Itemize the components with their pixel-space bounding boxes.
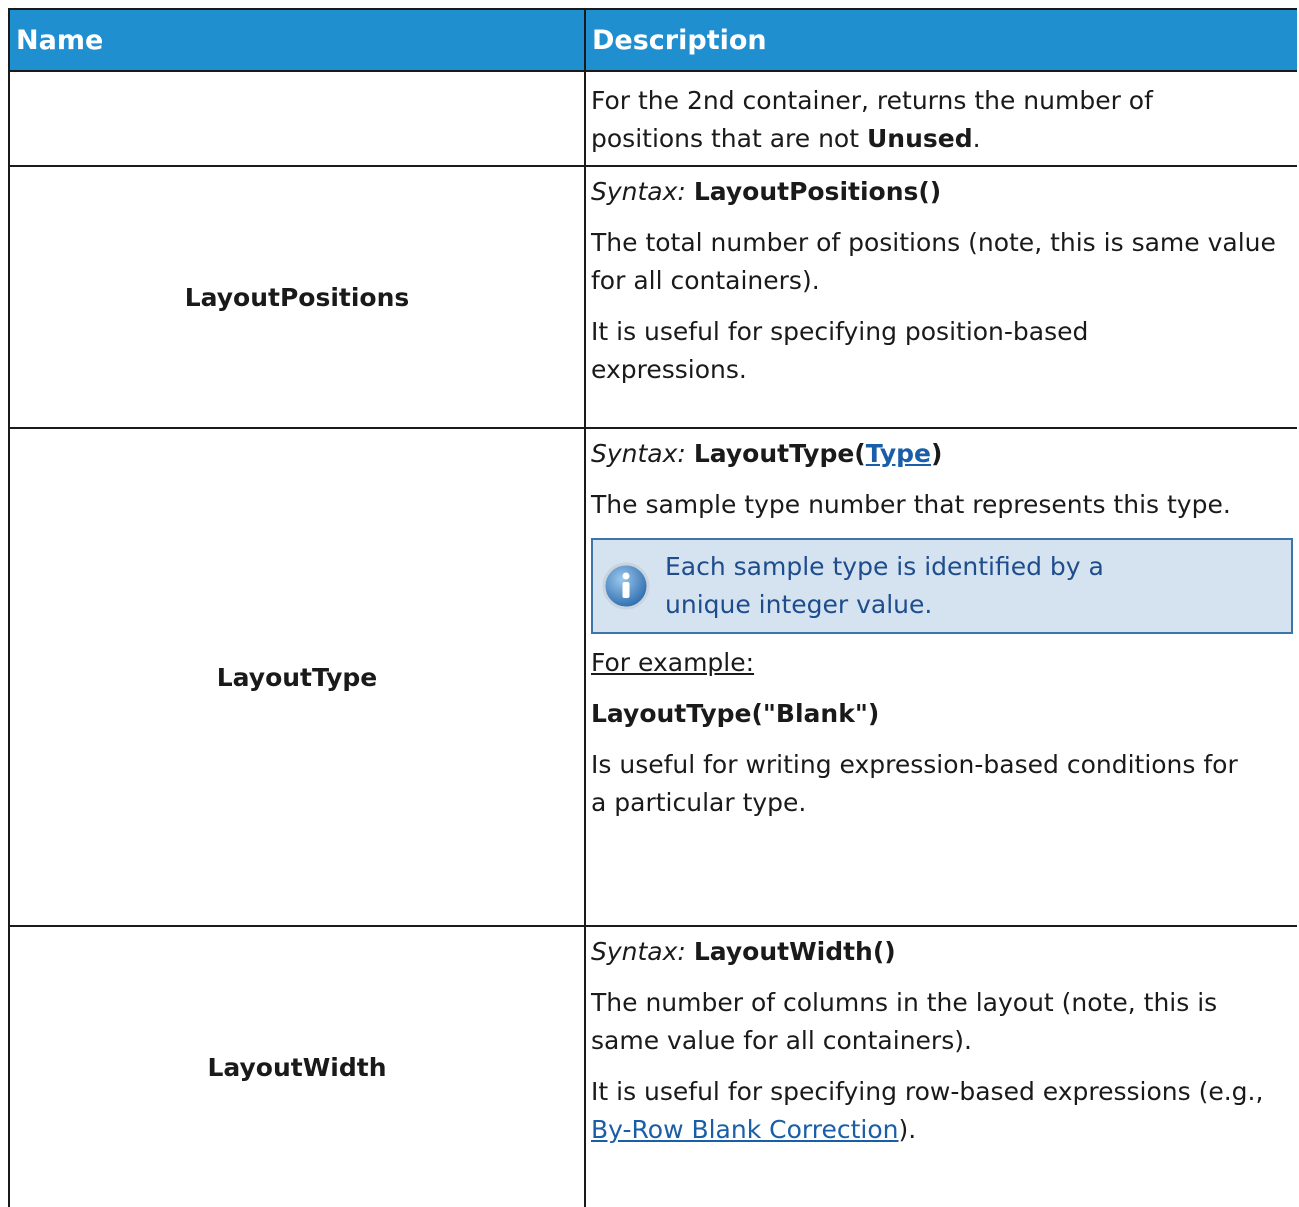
syntax-code: LayoutPositions()	[693, 177, 942, 206]
row-description: Syntax: LayoutWidth() The number of colu…	[586, 927, 1297, 1207]
syntax-line: Syntax: LayoutType(Type)	[591, 439, 943, 468]
type-link[interactable]: Type	[866, 439, 931, 468]
desc-text: It is useful for specifying row-based ex…	[591, 1077, 1264, 1144]
table-row: LayoutPositions Syntax: LayoutPositions(…	[10, 165, 1297, 427]
function-name: LayoutPositions	[10, 167, 586, 427]
unused-keyword: Unused	[866, 124, 973, 153]
table-row: LayoutWidth Syntax: LayoutWidth() The nu…	[10, 925, 1297, 1207]
table-row: For the 2nd container, returns the numbe…	[10, 70, 1297, 165]
info-note: Each sample type is identified by a uniq…	[591, 538, 1293, 634]
row-name-empty	[10, 72, 586, 165]
info-icon	[602, 562, 650, 610]
desc-text: For the 2nd container, returns the numbe…	[591, 86, 1153, 153]
desc-text: The total number of positions (note, thi…	[591, 228, 1276, 295]
header-name: Name	[10, 10, 586, 70]
row-description: Syntax: LayoutType(Type) The sample type…	[586, 429, 1297, 925]
table-header: Name Description	[10, 10, 1297, 70]
example-label: For example:	[591, 648, 755, 677]
by-row-blank-correction-link[interactable]: By-Row Blank Correction	[591, 1115, 898, 1144]
desc-text: Is useful for writing expression-based c…	[591, 750, 1238, 817]
desc-text: The number of columns in the layout (not…	[591, 988, 1218, 1055]
function-name: LayoutType	[10, 429, 586, 925]
desc-text: The sample type number that represents t…	[591, 490, 1231, 519]
function-name: LayoutWidth	[10, 927, 586, 1207]
syntax-line: Syntax: LayoutPositions()	[591, 177, 942, 206]
table-row: LayoutType Syntax: LayoutType(Type) The …	[10, 427, 1297, 925]
syntax-code: LayoutWidth()	[693, 937, 896, 966]
row-description: For the 2nd container, returns the numbe…	[586, 72, 1297, 165]
functions-table: Name Description For the 2nd container, …	[8, 8, 1297, 1207]
syntax-line: Syntax: LayoutWidth()	[591, 937, 896, 966]
header-description: Description	[592, 24, 767, 56]
note-text: Each sample type is identified by a uniq…	[665, 552, 1104, 619]
desc-text: It is useful for specifying position-bas…	[591, 317, 1089, 384]
row-description: Syntax: LayoutPositions() The total numb…	[586, 167, 1297, 427]
example-code: LayoutType("Blank")	[591, 699, 880, 728]
